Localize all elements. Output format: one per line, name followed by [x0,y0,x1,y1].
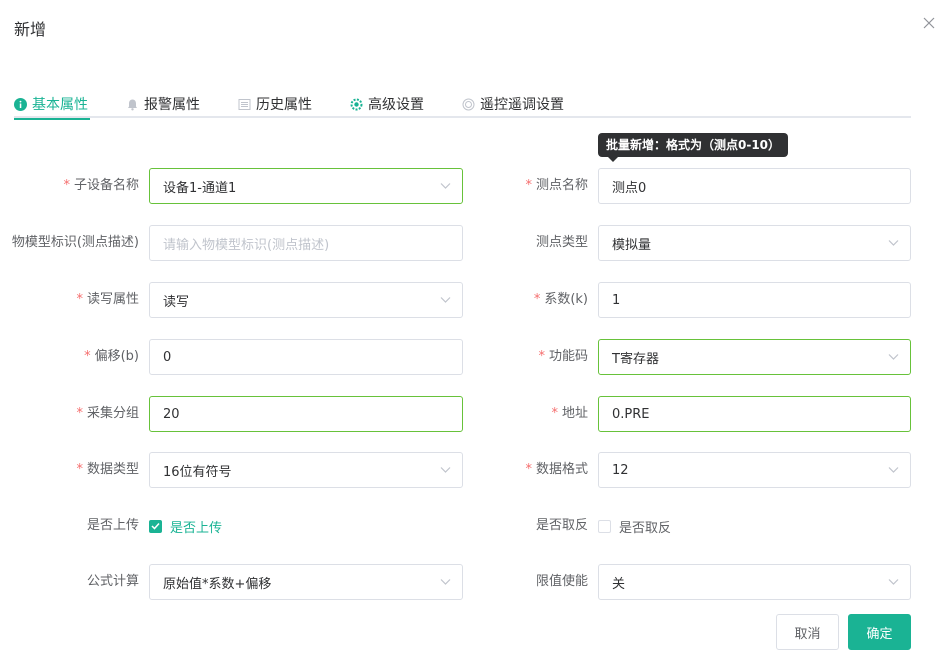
data-type-label: * 数据类型 [76,462,139,477]
tab-label: 历史属性 [256,97,312,113]
model-id-input[interactable]: 请输入物模型标识(测点描述) [149,225,463,261]
func-code-select[interactable]: T寄存器 [598,339,911,375]
bell-icon [126,98,139,111]
invert-label: 是否取反 [535,518,588,533]
sub-device-label: * 子设备名称 [63,178,139,193]
checkbox-unchecked-icon [598,519,611,533]
chevron-down-icon [440,579,451,585]
tab-label: 高级设置 [368,97,424,113]
func-code-label: * 功能码 [538,349,588,364]
chevron-down-icon [440,297,451,303]
target-icon [462,98,475,111]
point-type-label: 测点类型 [535,235,588,250]
tab-label: 基本属性 [32,97,88,113]
upload-label: 是否上传 [86,518,139,533]
tab-basic[interactable]: 基本属性 [14,90,90,120]
model-id-label: 物模型标识(测点描述) [11,235,139,250]
chevron-down-icon [440,183,451,189]
close-icon[interactable] [922,16,936,30]
point-name-input[interactable]: 测点0 [598,168,911,204]
coefficient-label: * 系数(k) [533,292,588,307]
sub-device-select[interactable]: 设备1-通道1 [149,168,463,204]
group-input[interactable]: 20 [149,396,463,432]
info-circle-icon [14,97,27,111]
data-format-select[interactable]: 12 [598,452,911,488]
list-icon [238,98,251,111]
batch-add-tooltip: 批量新增：格式为（测点0-10） [598,133,789,162]
dialog-title: 新增 [14,20,47,39]
tab-advanced[interactable]: 高级设置 [350,90,424,118]
formula-select[interactable]: 原始值*系数+偏移 [149,564,463,600]
group-label: * 采集分组 [76,406,139,421]
point-name-label: * 测点名称 [525,178,588,193]
tab-active-indicator [14,118,90,120]
chevron-down-icon [888,579,899,585]
data-type-select[interactable]: 16位有符号 [149,452,463,488]
upload-checkbox[interactable]: 是否上传 [149,516,222,536]
tab-label: 遥控遥调设置 [480,97,564,113]
address-input[interactable]: 0.PRE [598,396,911,432]
tab-alarm[interactable]: 报警属性 [126,90,200,118]
chevron-down-icon [888,354,899,360]
cancel-button[interactable]: 取消 [776,614,839,650]
tab-history[interactable]: 历史属性 [238,90,312,118]
point-type-select[interactable]: 模拟量 [598,225,911,261]
coefficient-input[interactable]: 1 [598,282,911,318]
chevron-down-icon [888,240,899,246]
tab-bar: 基本属性 报警属性 历史属性 高级设置 遥控遥调设置 [14,90,911,120]
limit-select[interactable]: 关 [598,564,911,600]
checkbox-checked-icon [149,519,162,533]
rw-label: * 读写属性 [76,292,139,307]
rw-select[interactable]: 读写 [149,282,463,318]
confirm-button[interactable]: 确定 [848,614,911,650]
invert-checkbox[interactable]: 是否取反 [598,516,671,536]
gear-icon [350,98,363,111]
address-label: * 地址 [551,406,588,421]
offset-input[interactable]: 0 [149,339,463,375]
chevron-down-icon [440,467,451,473]
tab-label: 报警属性 [144,97,200,113]
chevron-down-icon [888,467,899,473]
data-format-label: * 数据格式 [525,462,588,477]
tab-remote[interactable]: 遥控遥调设置 [462,90,564,118]
limit-label: 限值使能 [535,574,588,589]
offset-label: * 偏移(b) [84,349,139,364]
formula-label: 公式计算 [86,574,139,589]
